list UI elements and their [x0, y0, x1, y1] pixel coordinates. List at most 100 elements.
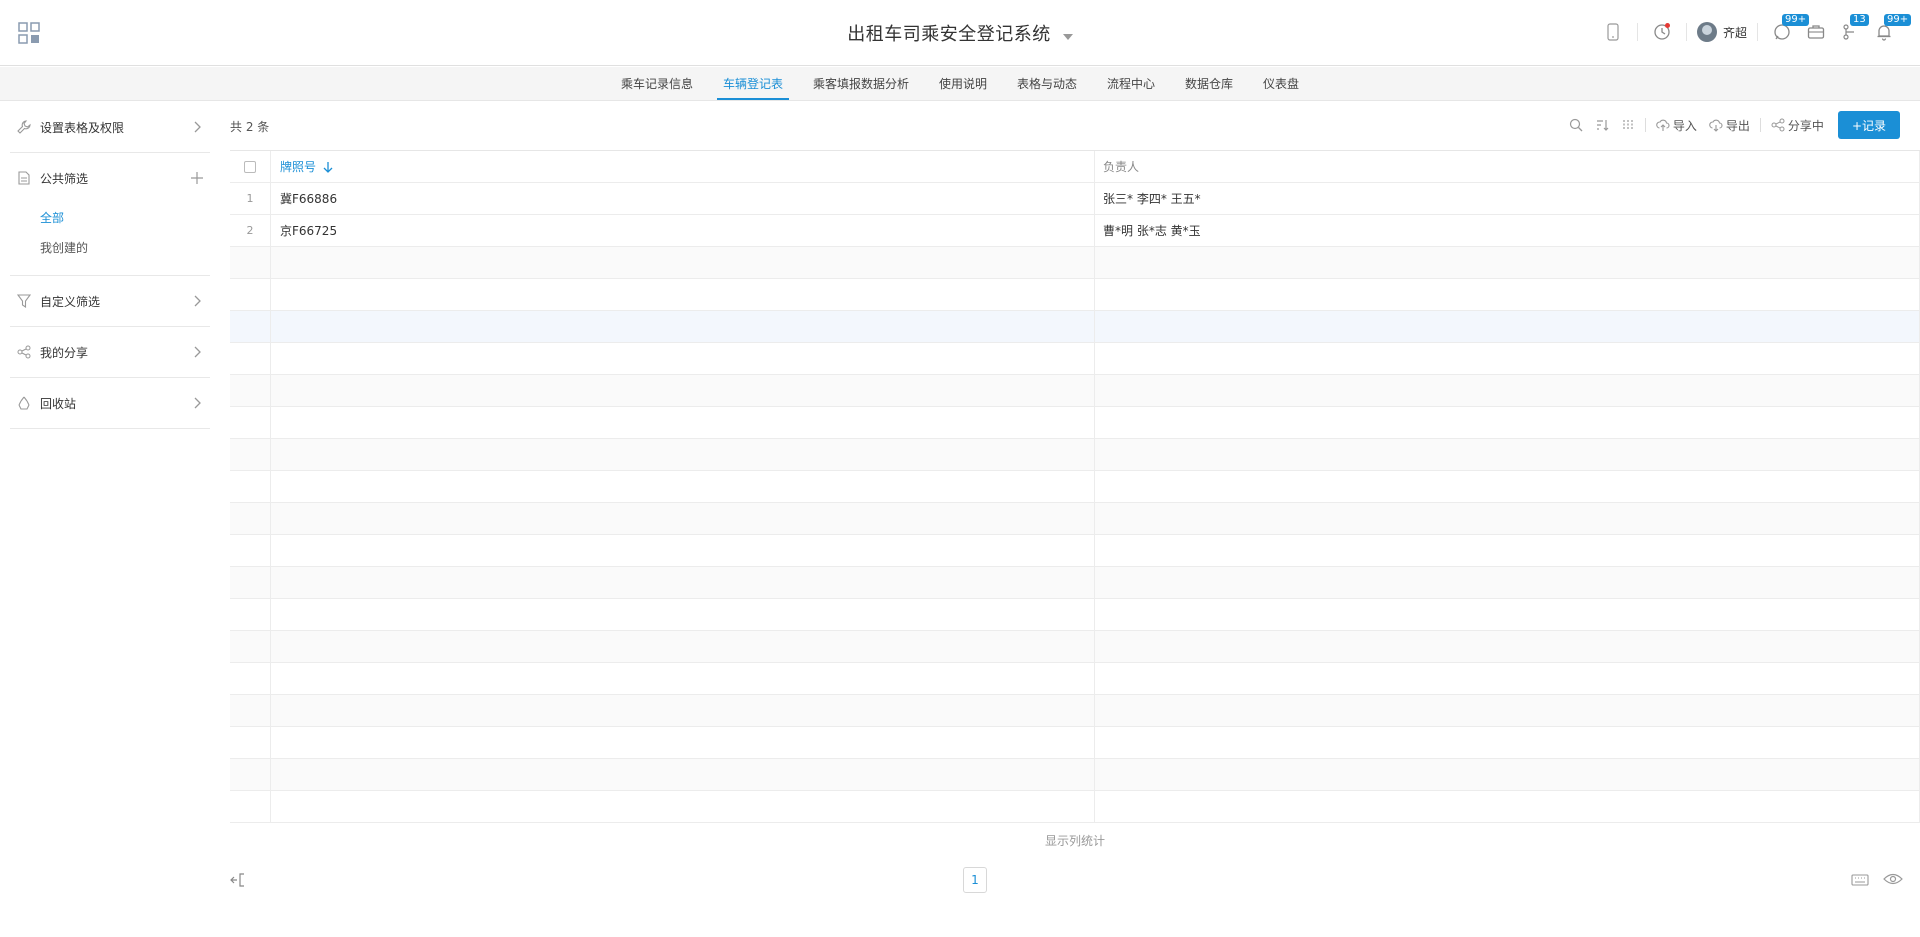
column-header-owner[interactable]: 负责人 — [1095, 151, 1920, 182]
tab-data-warehouse[interactable]: 数据仓库 — [1171, 67, 1247, 100]
export-button[interactable]: 导出 — [1703, 111, 1756, 139]
tab-ride-records[interactable]: 乘车记录信息 — [607, 67, 707, 100]
empty-row — [230, 343, 1920, 375]
tab-label[interactable]: 乘车记录信息 — [621, 75, 693, 92]
divider — [1636, 23, 1638, 41]
tab-passenger-analysis[interactable]: 乘客填报数据分析 — [799, 67, 923, 100]
empty-cell — [1095, 695, 1920, 726]
select-all-checkbox[interactable] — [244, 160, 256, 173]
tab-label[interactable]: 流程中心 — [1107, 75, 1155, 92]
import-button[interactable]: 导入 — [1650, 111, 1703, 139]
empty-cell — [230, 247, 271, 278]
tab-label[interactable]: 车辆登记表 — [723, 75, 783, 92]
table-row[interactable]: 1 冀F66886 张三* 李四* 王五* — [230, 183, 1920, 215]
empty-cell — [1095, 791, 1920, 822]
recycle-icon — [16, 395, 32, 411]
tab-label[interactable]: 数据仓库 — [1185, 75, 1233, 92]
empty-cell — [271, 343, 1095, 374]
empty-row — [230, 247, 1920, 279]
filter-item-mine[interactable]: 我创建的 — [40, 233, 210, 263]
empty-cell — [1095, 247, 1920, 278]
flow-icon[interactable]: 13 — [1836, 14, 1869, 46]
empty-cell — [271, 311, 1095, 342]
columns-button[interactable] — [1615, 111, 1641, 139]
avatar[interactable] — [1696, 22, 1717, 42]
empty-cell — [230, 759, 271, 790]
owner-cell[interactable]: 张三* 李四* 王五* — [1095, 183, 1920, 214]
empty-cell — [1095, 759, 1920, 790]
chat-icon[interactable]: 99+ — [1768, 14, 1810, 46]
empty-cell — [230, 599, 271, 630]
tab-label[interactable]: 表格与动态 — [1017, 75, 1077, 92]
export-label[interactable]: 导出 — [1726, 117, 1750, 134]
search-button[interactable] — [1563, 111, 1589, 139]
record-count: 共 2 条 — [230, 120, 270, 134]
empty-cell — [1095, 631, 1920, 662]
empty-row — [230, 727, 1920, 759]
tab-vehicle-register[interactable]: 车辆登记表 — [709, 67, 797, 100]
recycle-label: 回收站 — [40, 396, 77, 411]
briefcase-icon[interactable] — [1802, 18, 1830, 46]
custom-filter-button[interactable]: 自定义筛选 — [10, 276, 210, 326]
add-filter-icon[interactable] — [190, 171, 204, 185]
public-filter-header[interactable]: 公共筛选 — [10, 153, 210, 203]
share-label[interactable]: 分享中 — [1788, 117, 1824, 134]
eye-icon[interactable] — [1883, 872, 1903, 886]
clock-icon[interactable] — [1648, 18, 1676, 46]
column-header-label[interactable]: 牌照号 — [280, 158, 316, 175]
user-name[interactable]: 齐超 — [1723, 24, 1747, 41]
add-record-button[interactable]: +记录 — [1837, 111, 1900, 139]
keyboard-icon[interactable] — [1851, 873, 1869, 887]
page-number-button[interactable]: 1 — [963, 867, 987, 893]
title-dropdown-icon[interactable] — [1062, 33, 1073, 40]
empty-cell — [271, 535, 1095, 566]
tab-workflow-center[interactable]: 流程中心 — [1093, 67, 1169, 100]
my-share-label: 我的分享 — [40, 345, 89, 360]
empty-cell — [230, 695, 271, 726]
empty-cell — [230, 279, 271, 310]
empty-cell — [271, 599, 1095, 630]
column-stats-button[interactable]: 显示列统计 — [230, 832, 1920, 849]
empty-row — [230, 663, 1920, 695]
owner-cell[interactable]: 曹*明 张*志 黄*玉 — [1095, 215, 1920, 246]
empty-cell — [1095, 407, 1920, 438]
user-menu[interactable]: 齐超 — [1696, 22, 1747, 42]
collapse-sidebar-icon[interactable] — [230, 872, 248, 888]
import-label[interactable]: 导入 — [1673, 117, 1697, 134]
plate-cell[interactable]: 京F66725 — [271, 215, 1095, 246]
empty-row — [230, 535, 1920, 567]
empty-row — [230, 695, 1920, 727]
empty-cell — [1095, 343, 1920, 374]
empty-cell — [271, 439, 1095, 470]
bell-icon[interactable]: 99+ — [1870, 14, 1912, 46]
tab-table-activity[interactable]: 表格与动态 — [1003, 67, 1091, 100]
tab-label[interactable]: 仪表盘 — [1263, 75, 1299, 92]
column-header-plate[interactable]: 牌照号 — [271, 151, 1095, 182]
tab-dashboard[interactable]: 仪表盘 — [1249, 67, 1313, 100]
empty-cell — [271, 407, 1095, 438]
notification-dot — [1664, 23, 1670, 28]
app-title[interactable]: 出租车司乘安全登记系统 — [847, 24, 1051, 45]
column-header-label[interactable]: 负责人 — [1103, 158, 1139, 175]
data-table: 牌照号 负责人 1 冀F66886 张三* 李四* 王五* 2 京F66725 … — [230, 150, 1920, 823]
settings-button[interactable]: 设置表格及权限 — [10, 102, 210, 152]
mobile-icon[interactable] — [1599, 18, 1627, 46]
my-share-button[interactable]: 我的分享 — [10, 327, 210, 377]
sort-desc-icon[interactable] — [322, 161, 334, 173]
tab-label[interactable]: 乘客填报数据分析 — [813, 75, 909, 92]
tab-usage-guide[interactable]: 使用说明 — [925, 67, 1001, 100]
empty-cell — [1095, 663, 1920, 694]
empty-row — [230, 599, 1920, 631]
plate-cell[interactable]: 冀F66886 — [271, 183, 1095, 214]
tab-label[interactable]: 使用说明 — [939, 75, 987, 92]
columns-icon — [1623, 120, 1633, 130]
filter-item-all[interactable]: 全部 — [40, 203, 210, 233]
sidebar: 设置表格及权限 公共筛选 全部 我创建的 自定义筛选 我的分享 回收站 — [10, 102, 210, 429]
table-row[interactable]: 2 京F66725 曹*明 张*志 黄*玉 — [230, 215, 1920, 247]
share-button[interactable]: 分享中 — [1765, 111, 1830, 139]
sort-button[interactable] — [1589, 111, 1615, 139]
notify-badge: 99+ — [1884, 14, 1912, 26]
recycle-bin-button[interactable]: 回收站 — [10, 378, 210, 428]
table-toolbar: 导入 导出 分享中 +记录 — [1563, 111, 1900, 139]
search-icon — [1569, 118, 1583, 132]
